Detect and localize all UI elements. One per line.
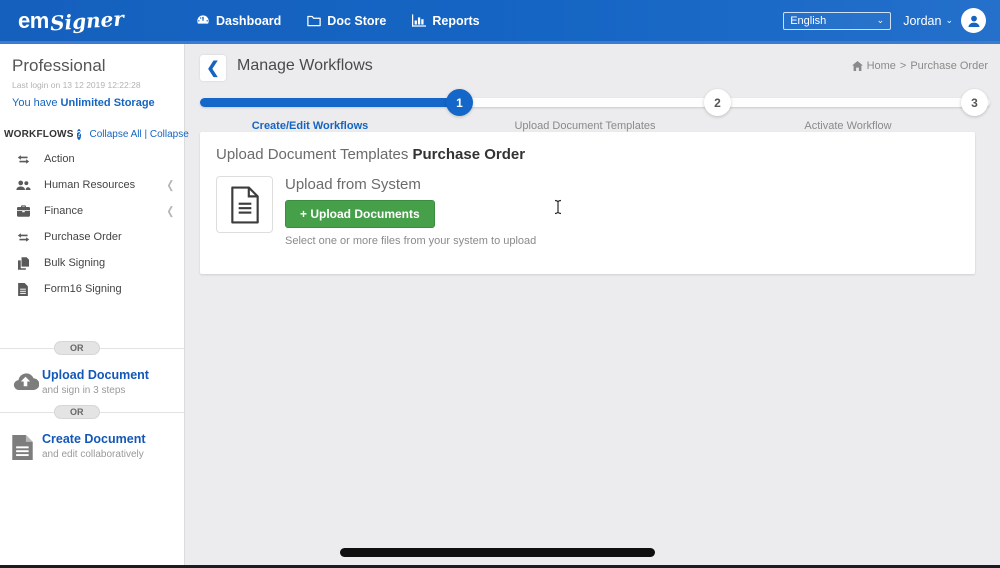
stepper-progress xyxy=(200,98,460,107)
create-document-title: Create Document xyxy=(42,432,146,446)
last-login-text: Last login on 13 12 2019 12:22:28 xyxy=(0,76,184,90)
step-circle-2[interactable]: 2 xyxy=(704,89,731,116)
breadcrumb-home[interactable]: Home xyxy=(867,60,896,72)
document-icon xyxy=(12,432,42,465)
users-icon xyxy=(14,180,32,191)
sidebar-item-human-resources[interactable]: Human Resources ❮ xyxy=(0,172,184,198)
page-header: ❮ Manage Workflows Home > Purchase Order xyxy=(185,44,1000,90)
copy-icon xyxy=(14,257,32,270)
upload-documents-button[interactable]: + Upload Documents xyxy=(285,200,435,228)
sidebar-item-action[interactable]: Action xyxy=(0,146,184,172)
or-divider: OR xyxy=(0,348,184,362)
person-icon xyxy=(967,14,981,28)
navbar-right: English ⌄ Jordan ⌄ xyxy=(783,8,986,33)
card-title-prefix: Upload Document Templates xyxy=(216,146,413,163)
workflow-stepper: 1 2 3 Create/Edit Workflows Upload Docum… xyxy=(185,90,1000,134)
folder-icon xyxy=(307,15,321,27)
or-divider: OR xyxy=(0,412,184,426)
app-window: em Signer Dashboard Doc Store Reports En… xyxy=(0,0,1000,568)
upload-document-subtitle: and sign in 3 steps xyxy=(42,385,149,396)
chevron-left-icon: ❮ xyxy=(166,204,174,217)
sidebar-item-label: Finance xyxy=(44,205,83,217)
upload-row: Upload from System + Upload Documents Se… xyxy=(216,176,959,247)
sidebar-item-label: Purchase Order xyxy=(44,231,122,243)
avatar[interactable] xyxy=(961,8,986,33)
back-button[interactable]: ❮ xyxy=(200,55,226,81)
sidebar: Professional Last login on 13 12 2019 12… xyxy=(0,44,185,565)
cloud-upload-icon xyxy=(12,368,42,395)
sidebar-item-label: Human Resources xyxy=(44,179,135,191)
nav-item-label: Doc Store xyxy=(327,14,386,28)
breadcrumb-separator: > xyxy=(900,60,906,72)
chevron-left-icon: ❮ xyxy=(166,178,174,191)
user-menu[interactable]: Jordan ⌄ xyxy=(903,8,986,33)
storage-bold: Unlimited Storage xyxy=(61,97,155,109)
logo-text-signer: Signer xyxy=(49,6,124,35)
document-outline-icon xyxy=(216,176,273,233)
sidebar-item-purchase-order[interactable]: Purchase Order xyxy=(0,224,184,250)
collapse-links[interactable]: Collapse All | Collapse xyxy=(89,129,188,140)
sidebar-item-label: Bulk Signing xyxy=(44,257,105,269)
nav-item-label: Reports xyxy=(432,14,479,28)
step-label-3: Activate Workflow xyxy=(728,120,968,132)
workflows-header: WORKFLOWS ? Collapse All | Collapse xyxy=(0,109,184,146)
chevron-down-icon: ⌄ xyxy=(877,15,885,26)
upload-caption: Select one or more files from your syste… xyxy=(285,235,536,247)
card-title: Upload Document Templates Purchase Order xyxy=(216,146,959,163)
sidebar-item-bulk-signing[interactable]: Bulk Signing xyxy=(0,250,184,276)
user-name: Jordan xyxy=(903,14,941,28)
nav-item-label: Dashboard xyxy=(216,14,281,28)
bar-chart-icon xyxy=(412,14,426,27)
page-title: Manage Workflows xyxy=(237,57,373,75)
or-pill: OR xyxy=(54,405,100,419)
nav-menu: Dashboard Doc Store Reports xyxy=(196,14,480,28)
nav-item-reports[interactable]: Reports xyxy=(412,14,479,28)
card-title-workflow-name: Purchase Order xyxy=(413,146,526,163)
repeat-icon xyxy=(14,232,32,243)
upload-column: Upload from System + Upload Documents Se… xyxy=(285,176,536,247)
emsigner-logo[interactable]: em Signer xyxy=(18,8,178,34)
create-document-action[interactable]: Create Document and edit collaboratively xyxy=(0,426,184,475)
sidebar-menu: Action Human Resources ❮ Finance ❮ Purch… xyxy=(0,146,184,302)
sidebar-item-label: Action xyxy=(44,153,75,165)
storage-text: You have Unlimited Storage xyxy=(0,90,184,109)
step-label-1: Create/Edit Workflows xyxy=(190,120,430,132)
sidebar-item-label: Form16 Signing xyxy=(44,283,122,295)
step-circle-1[interactable]: 1 xyxy=(446,89,473,116)
step-circle-3[interactable]: 3 xyxy=(961,89,988,116)
sidebar-item-form16-signing[interactable]: Form16 Signing xyxy=(0,276,184,302)
language-select[interactable]: English ⌄ xyxy=(783,12,891,30)
upload-templates-card: Upload Document Templates Purchase Order… xyxy=(200,132,975,274)
upload-heading: Upload from System xyxy=(285,176,536,193)
create-document-subtitle: and edit collaboratively xyxy=(42,449,146,460)
main-content: ❮ Manage Workflows Home > Purchase Order… xyxy=(185,44,1000,565)
top-navbar: em Signer Dashboard Doc Store Reports En… xyxy=(0,0,1000,44)
chevron-down-icon: ⌄ xyxy=(945,15,953,26)
nav-item-doc-store[interactable]: Doc Store xyxy=(307,14,386,28)
language-selected-value: English xyxy=(790,15,826,27)
upload-document-action[interactable]: Upload Document and sign in 3 steps xyxy=(0,362,184,406)
breadcrumb: Home > Purchase Order xyxy=(852,60,988,72)
home-icon xyxy=(852,61,863,71)
workflows-title: WORKFLOWS xyxy=(4,129,74,140)
nav-item-dashboard[interactable]: Dashboard xyxy=(196,14,281,28)
dashboard-icon xyxy=(196,14,210,28)
repeat-icon xyxy=(14,154,32,165)
sidebar-item-finance[interactable]: Finance ❮ xyxy=(0,198,184,224)
or-pill: OR xyxy=(54,341,100,355)
help-icon[interactable]: ? xyxy=(77,129,82,140)
video-scrubber-bar[interactable] xyxy=(340,548,655,557)
step-label-2: Upload Document Templates xyxy=(465,120,705,132)
plan-name: Professional xyxy=(0,44,184,76)
breadcrumb-current: Purchase Order xyxy=(910,60,988,72)
storage-prefix: You have xyxy=(12,97,61,109)
logo-text-em: em xyxy=(18,8,49,34)
briefcase-icon xyxy=(14,205,32,217)
upload-document-title: Upload Document xyxy=(42,368,149,382)
file-icon xyxy=(14,283,32,296)
